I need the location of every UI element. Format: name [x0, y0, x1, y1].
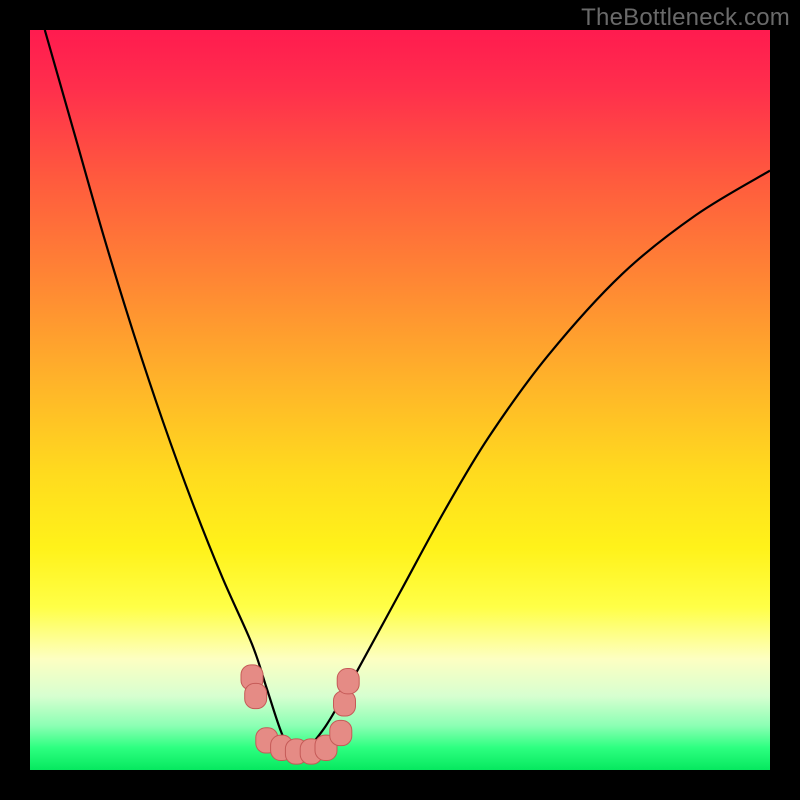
curve-left-path [45, 30, 297, 763]
plot-area [30, 30, 770, 770]
data-marker [330, 720, 352, 745]
curve-left-branch [45, 30, 297, 763]
bottom-marker-cluster [241, 665, 359, 764]
chart-svg [30, 30, 770, 770]
watermark-text: TheBottleneck.com [581, 4, 790, 32]
data-marker [245, 683, 267, 708]
data-marker [337, 669, 359, 694]
curve-right-branch [296, 171, 770, 763]
curve-right-path [296, 171, 770, 763]
data-marker [334, 691, 356, 716]
chart-frame: TheBottleneck.com [0, 0, 800, 800]
